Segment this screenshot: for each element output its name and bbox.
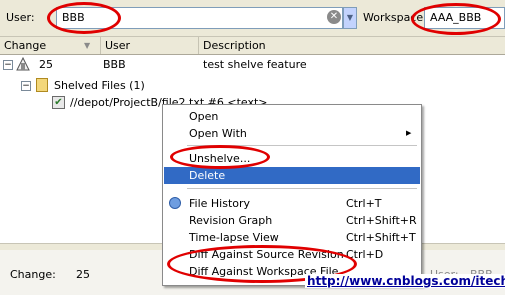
collapse-icon[interactable]: − bbox=[3, 60, 13, 70]
shelved-files-label: Shelved Files (1) bbox=[54, 79, 145, 92]
menu-item-open-with[interactable]: Open With ▶ bbox=[164, 125, 420, 142]
filter-bar: User: BBB ✕ ▼ Workspace: AAA_BBB bbox=[0, 0, 505, 37]
column-description[interactable]: Description bbox=[199, 37, 505, 54]
workspace-filter-input[interactable]: AAA_BBB bbox=[424, 7, 505, 29]
changelist-row[interactable]: − 25 BBB test shelve feature bbox=[0, 56, 505, 74]
column-user[interactable]: User bbox=[101, 37, 199, 54]
menu-item-revision-graph[interactable]: Revision Graph Ctrl+Shift+R bbox=[164, 212, 420, 229]
file-checkbox-icon: ✔ bbox=[52, 96, 65, 109]
details-change-value: 25 bbox=[76, 268, 90, 281]
menu-item-delete[interactable]: Delete bbox=[164, 167, 420, 184]
workspace-filter-value: AAA_BBB bbox=[430, 11, 482, 24]
shelved-changelist-icon bbox=[16, 56, 30, 71]
sort-arrow-icon: ▼ bbox=[84, 41, 91, 50]
user-dropdown-icon[interactable]: ▼ bbox=[343, 7, 357, 29]
menu-separator bbox=[187, 188, 417, 189]
user-label: User: bbox=[6, 11, 35, 24]
menu-item-unshelve[interactable]: Unshelve... bbox=[164, 150, 420, 167]
menu-item-diff-source[interactable]: Diff Against Source Revision Ctrl+D bbox=[164, 246, 420, 263]
user-filter-value: BBB bbox=[62, 11, 85, 24]
column-change[interactable]: Change ▼ bbox=[0, 37, 101, 54]
context-menu: Open Open With ▶ Unshelve... Delete File… bbox=[162, 104, 422, 286]
menu-item-time-lapse-view[interactable]: Time-lapse View Ctrl+Shift+T bbox=[164, 229, 420, 246]
user-filter-input[interactable]: BBB bbox=[56, 7, 343, 29]
change-number: 25 bbox=[39, 58, 53, 71]
change-user: BBB bbox=[103, 58, 126, 71]
clock-icon bbox=[169, 197, 181, 209]
change-description: test shelve feature bbox=[203, 58, 307, 71]
menu-item-open[interactable]: Open bbox=[164, 108, 420, 125]
collapse-icon[interactable]: − bbox=[21, 81, 31, 91]
menu-separator bbox=[187, 145, 417, 146]
column-header: Change ▼ User Description bbox=[0, 37, 505, 55]
watermark-link[interactable]: http://www.cnblogs.com/itech/ bbox=[305, 274, 505, 288]
workspace-label: Workspace: bbox=[363, 11, 427, 24]
details-change-label: Change: bbox=[10, 268, 56, 281]
menu-item-file-history[interactable]: File History Ctrl+T bbox=[164, 195, 420, 212]
clear-filter-icon[interactable]: ✕ bbox=[327, 10, 341, 24]
submenu-arrow-icon: ▶ bbox=[406, 129, 412, 137]
shelved-files-icon bbox=[36, 78, 48, 92]
shelved-files-node[interactable]: − Shelved Files (1) bbox=[0, 76, 300, 94]
